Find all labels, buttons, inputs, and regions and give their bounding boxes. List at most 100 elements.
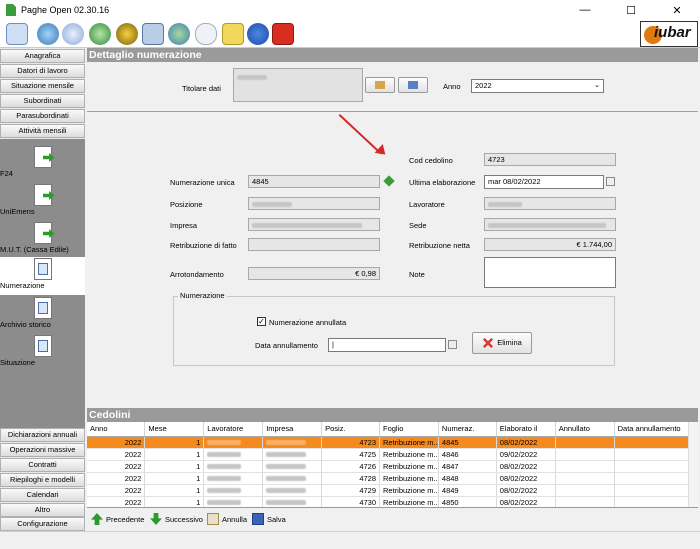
close-red-icon[interactable] — [272, 23, 294, 45]
table-row[interactable]: 2022 1 4729 Retribuzione m... 4849 08/02… — [87, 484, 698, 497]
status-bar — [0, 531, 700, 549]
numerazione-unica-label: Numerazione unica — [170, 178, 235, 187]
table-row[interactable]: 2022 1 4730 Retribuzione m... 4850 08/02… — [87, 496, 698, 507]
col-impresa[interactable]: Impresa — [262, 422, 323, 437]
sidebar-item-datori[interactable]: Datori di lavoro — [0, 64, 85, 78]
sidebar-item-contratti[interactable]: Contratti — [0, 458, 85, 472]
col-foglio[interactable]: Foglio — [379, 422, 439, 437]
elimina-button[interactable]: Elimina — [472, 332, 532, 354]
cell-annullato — [555, 472, 615, 485]
cell-posiz: 4728 — [321, 472, 380, 485]
table-row[interactable]: 2022 1 4726 Retribuzione m... 4847 08/02… — [87, 460, 698, 473]
cedolini-grid[interactable]: Anno Mese Lavoratore Impresa Posiz. Fogl… — [87, 422, 698, 508]
folder-icon[interactable] — [222, 23, 244, 45]
cell-data-annullamento — [614, 484, 698, 497]
sidebar-item-parasubordinati[interactable]: Parasubordinati — [0, 109, 85, 123]
table-row[interactable]: 2022 1 4725 Retribuzione m... 4846 09/02… — [87, 448, 698, 461]
network-icon[interactable] — [142, 23, 164, 45]
sidebar-item-operazioni-massive[interactable]: Operazioni massive — [0, 443, 85, 457]
maximize-button[interactable]: ☐ — [608, 0, 654, 20]
ultima-elaborazione-label: Ultima elaborazione — [409, 178, 476, 187]
tool-f24[interactable]: F24 — [0, 145, 85, 183]
note-label: Note — [409, 270, 425, 279]
tool-mut[interactable]: M.U.T. (Cassa Edile) — [0, 221, 85, 259]
cell-foglio: Retribuzione m... — [379, 484, 439, 497]
col-numeraz[interactable]: Numeraz. — [438, 422, 497, 437]
cell-elaborato: 08/02/2022 — [496, 472, 556, 485]
data-annullamento-input[interactable]: | — [328, 338, 446, 352]
precedente-button[interactable]: Precedente — [91, 511, 144, 527]
cell-mese: 1 — [144, 460, 205, 473]
col-annullato[interactable]: Annullato — [555, 422, 615, 437]
titolare-clear-button[interactable] — [398, 77, 428, 93]
cell-mese: 1 — [144, 472, 205, 485]
iubar-logo: iubar — [640, 21, 698, 47]
col-mese[interactable]: Mese — [144, 422, 205, 437]
ultima-elaborazione-field[interactable]: mar 08/02/2022 — [484, 175, 604, 189]
lavoratore-label: Lavoratore — [409, 200, 445, 209]
bug-icon[interactable] — [116, 23, 138, 45]
help-icon[interactable] — [62, 23, 84, 45]
help-web-icon[interactable] — [89, 23, 111, 45]
col-lavoratore[interactable]: Lavoratore — [203, 422, 264, 437]
cell-impresa — [262, 496, 323, 507]
sidebar-item-riepiloghi[interactable]: Riepiloghi e modelli — [0, 473, 85, 487]
mut-icon — [33, 222, 55, 244]
sidebar-item-subordinati[interactable]: Subordinati — [0, 94, 85, 108]
cell-impresa — [262, 460, 323, 473]
cod-cedolino-label: Cod cedolino — [409, 156, 453, 165]
arrotondamento-field: € 0,98 — [248, 267, 380, 280]
close-window-button[interactable]: ✕ — [654, 0, 700, 20]
sidebar-item-situazione-mensile[interactable]: Situazione mensile — [0, 79, 85, 93]
data-annullamento-picker[interactable] — [448, 340, 457, 349]
home-icon[interactable] — [6, 23, 28, 45]
sidebar-item-anagrafica[interactable]: Anagrafica — [0, 49, 85, 63]
sidebar-item-attivita-mensili[interactable]: Attività mensili — [0, 124, 85, 138]
minimize-button[interactable]: — — [562, 0, 608, 20]
tool-numerazione[interactable]: Numerazione — [0, 257, 85, 295]
cloud-icon[interactable] — [195, 23, 217, 45]
anno-select[interactable]: 2022 ⌄ — [471, 79, 604, 93]
note-textarea[interactable] — [484, 257, 616, 288]
undo-icon — [207, 513, 219, 525]
titolare-select-button[interactable] — [365, 77, 395, 93]
sidebar-item-altro[interactable]: Altro — [0, 503, 85, 517]
sidebar-item-dichiarazioni[interactable]: Dichiarazioni annuali — [0, 428, 85, 442]
tool-archivio-label: Archivio storico — [0, 320, 51, 329]
refresh-globe-icon[interactable] — [168, 23, 190, 45]
bottom-toolbar: Precedente Successivo Annulla Salva — [87, 508, 698, 530]
globe-icon[interactable] — [37, 23, 59, 45]
numerazione-annullata-checkbox[interactable]: ✓ — [257, 317, 266, 326]
tool-archivio-storico[interactable]: Archivio storico — [0, 296, 85, 334]
col-posiz[interactable]: Posiz. — [321, 422, 380, 437]
cell-lavoratore — [203, 436, 264, 449]
sidebar-item-calendari[interactable]: Calendari — [0, 488, 85, 502]
pencil-icon[interactable] — [383, 175, 395, 187]
tool-situazione[interactable]: Situazione — [0, 334, 85, 372]
cell-lavoratore — [203, 472, 264, 485]
tool-situazione-label: Situazione — [0, 358, 36, 367]
logo-text: iubar — [654, 24, 691, 41]
tool-uniemens[interactable]: UniEmens — [0, 183, 85, 221]
table-row[interactable]: 2022 1 4728 Retribuzione m... 4848 08/02… — [87, 472, 698, 485]
col-data-annullamento[interactable]: Data annullamento — [614, 422, 698, 437]
cell-annullato — [555, 496, 615, 507]
cell-anno: 2022 — [87, 460, 146, 473]
date-picker-button[interactable] — [606, 177, 615, 186]
titolare-field[interactable] — [233, 68, 363, 102]
cell-numeraz: 4848 — [438, 472, 497, 485]
anno-label: Anno — [443, 82, 461, 91]
successivo-button[interactable]: Successivo — [150, 511, 203, 527]
cell-numeraz: 4847 — [438, 460, 497, 473]
annulla-button[interactable]: Annulla — [207, 511, 247, 527]
chevron-down-icon: ⌄ — [594, 82, 600, 89]
info-icon[interactable] — [247, 23, 269, 45]
table-row[interactable]: 2022 1 4723 Retribuzione m... 4845 08/02… — [87, 436, 698, 449]
grid-scrollbar[interactable] — [688, 422, 698, 507]
sidebar-item-configurazione[interactable]: Configurazione — [0, 517, 85, 531]
cell-elaborato: 08/02/2022 — [496, 436, 556, 449]
col-elaborato[interactable]: Elaborato il — [496, 422, 556, 437]
anno-value: 2022 — [475, 81, 492, 90]
salva-button[interactable]: Salva — [252, 511, 286, 527]
col-anno[interactable]: Anno — [87, 422, 146, 437]
